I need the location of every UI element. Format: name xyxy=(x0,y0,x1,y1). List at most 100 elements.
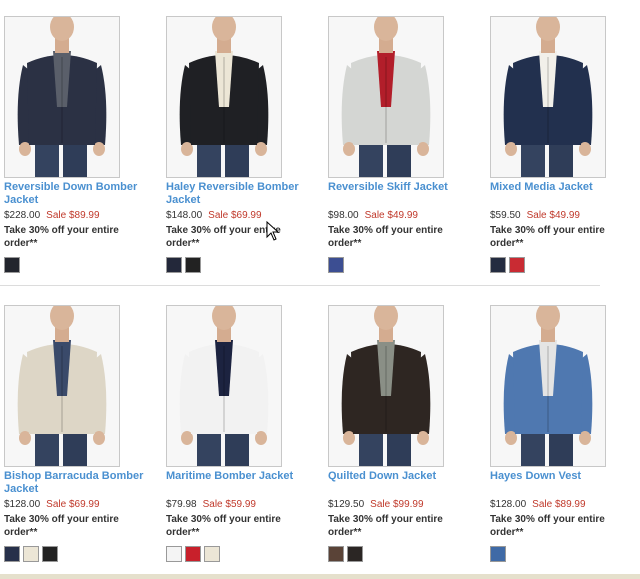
color-swatch[interactable] xyxy=(42,546,58,562)
promo-line: Take 30% off your entire xyxy=(4,514,119,525)
color-swatch[interactable] xyxy=(490,546,506,562)
promo-line: order** xyxy=(490,238,524,249)
promo-line: Take 30% off your entire xyxy=(4,225,119,236)
product-card: Mixed Media Jacket $59.50 Sale $49.99 Tak… xyxy=(490,16,640,275)
product-image[interactable] xyxy=(490,16,606,178)
color-swatch[interactable] xyxy=(185,546,201,562)
promo-line: order** xyxy=(490,527,524,538)
promo-line: order** xyxy=(4,238,38,249)
color-swatches xyxy=(166,546,322,564)
product-image[interactable] xyxy=(490,305,606,467)
promo-text: Take 30% off your entire order** xyxy=(328,513,484,539)
sale-price: Sale $59.99 xyxy=(202,499,256,510)
price-row: $148.00 Sale $69.99 xyxy=(166,210,322,222)
product-image[interactable] xyxy=(328,305,444,467)
jacket-photo xyxy=(167,17,281,177)
jacket-photo xyxy=(329,306,443,466)
sale-price: Sale $49.99 xyxy=(526,210,580,221)
color-swatch[interactable] xyxy=(166,546,182,562)
promo-line: Take 30% off your entire xyxy=(328,225,443,236)
product-title-link[interactable]: Maritime Bomber Jacket xyxy=(166,470,322,497)
sale-price: Sale $69.99 xyxy=(46,499,100,510)
color-swatches xyxy=(490,257,640,275)
color-swatch[interactable] xyxy=(347,546,363,562)
price-row: $79.98 Sale $59.99 xyxy=(166,499,322,511)
color-swatches xyxy=(490,546,640,564)
sale-price: Sale $89.99 xyxy=(46,210,100,221)
color-swatches xyxy=(4,257,160,275)
row-divider xyxy=(0,285,600,286)
mouse-cursor-icon xyxy=(266,221,280,241)
regular-price: $98.00 xyxy=(328,210,359,221)
product-title-link[interactable]: Quilted Down Jacket xyxy=(328,470,484,497)
sale-price: Sale $69.99 xyxy=(208,210,262,221)
price-row: $129.50 Sale $99.99 xyxy=(328,499,484,511)
promo-line: Take 30% off your entire xyxy=(328,514,443,525)
product-image[interactable] xyxy=(166,16,282,178)
product-image[interactable] xyxy=(166,305,282,467)
promo-text: Take 30% off your entire order** xyxy=(490,513,640,539)
sale-price: Sale $89.99 xyxy=(532,499,586,510)
product-title-link[interactable]: Reversible Skiff Jacket xyxy=(328,181,484,208)
product-card: Maritime Bomber Jacket $79.98 Sale $59.99… xyxy=(166,305,322,564)
color-swatch[interactable] xyxy=(490,257,506,273)
jacket-photo xyxy=(5,306,119,466)
promo-text: Take 30% off your entire order** xyxy=(166,513,322,539)
promo-line: order** xyxy=(4,527,38,538)
price-row: $98.00 Sale $49.99 xyxy=(328,210,484,222)
color-swatch[interactable] xyxy=(509,257,525,273)
promo-line: Take 30% off your entire xyxy=(166,225,281,236)
product-title-link[interactable]: Hayes Down Vest xyxy=(490,470,640,497)
price-row: $128.00 Sale $89.99 xyxy=(490,499,640,511)
promo-line: order** xyxy=(328,527,362,538)
color-swatches xyxy=(166,257,322,275)
product-title-link[interactable]: Bishop Barracuda Bomber Jacket xyxy=(4,470,160,497)
product-card: Bishop Barracuda Bomber Jacket $128.00 Sa… xyxy=(4,305,160,564)
page-bottom-bar xyxy=(0,574,640,579)
jacket-photo xyxy=(491,17,605,177)
color-swatches xyxy=(328,257,484,275)
jacket-photo xyxy=(329,17,443,177)
product-title-link[interactable]: Mixed Media Jacket xyxy=(490,181,640,208)
promo-text: Take 30% off your entire order** xyxy=(4,513,160,539)
regular-price: $148.00 xyxy=(166,210,203,221)
regular-price: $228.00 xyxy=(4,210,41,221)
promo-text: Take 30% off your entire order** xyxy=(490,224,640,250)
price-row: $59.50 Sale $49.99 xyxy=(490,210,640,222)
sale-price: Sale $49.99 xyxy=(364,210,418,221)
promo-line: order** xyxy=(166,238,200,249)
price-row: $128.00 Sale $69.99 xyxy=(4,499,160,511)
product-card: Reversible Down Bomber Jacket $228.00 Sal… xyxy=(4,16,160,275)
promo-line: order** xyxy=(328,238,362,249)
product-card: Hayes Down Vest $128.00 Sale $89.99 Take … xyxy=(490,305,640,564)
color-swatches xyxy=(4,546,160,564)
product-title-link[interactable]: Reversible Down Bomber Jacket xyxy=(4,181,160,208)
color-swatch[interactable] xyxy=(23,546,39,562)
color-swatch[interactable] xyxy=(185,257,201,273)
regular-price: $129.50 xyxy=(328,499,365,510)
jacket-photo xyxy=(491,306,605,466)
product-title-link[interactable]: Haley Reversible Bomber Jacket xyxy=(166,181,322,208)
promo-line: Take 30% off your entire xyxy=(490,514,605,525)
promo-text: Take 30% off your entire order** xyxy=(4,224,160,250)
jacket-photo xyxy=(5,17,119,177)
color-swatch[interactable] xyxy=(4,546,20,562)
product-image[interactable] xyxy=(4,305,120,467)
product-image[interactable] xyxy=(328,16,444,178)
regular-price: $128.00 xyxy=(4,499,41,510)
color-swatch[interactable] xyxy=(328,257,344,273)
sale-price: Sale $99.99 xyxy=(370,499,424,510)
color-swatch[interactable] xyxy=(166,257,182,273)
color-swatches xyxy=(328,546,484,564)
promo-line: order** xyxy=(166,527,200,538)
product-card: Reversible Skiff Jacket $98.00 Sale $49.9… xyxy=(328,16,484,275)
regular-price: $128.00 xyxy=(490,499,527,510)
color-swatch[interactable] xyxy=(328,546,344,562)
jacket-photo xyxy=(167,306,281,466)
product-image[interactable] xyxy=(4,16,120,178)
product-card: Quilted Down Jacket $129.50 Sale $99.99 T… xyxy=(328,305,484,564)
color-swatch[interactable] xyxy=(204,546,220,562)
promo-text: Take 30% off your entire order** xyxy=(166,224,322,250)
color-swatch[interactable] xyxy=(4,257,20,273)
promo-line: Take 30% off your entire xyxy=(490,225,605,236)
